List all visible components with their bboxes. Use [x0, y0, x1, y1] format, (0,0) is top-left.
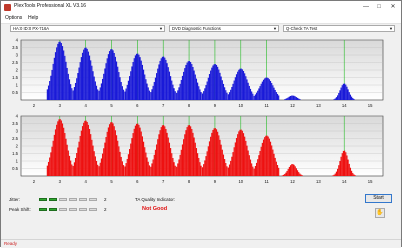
- minimize-button[interactable]: —: [360, 2, 372, 12]
- led-off: [59, 198, 67, 201]
- x-tick-label: 7: [162, 103, 165, 108]
- y-tick-label: 3.5: [12, 121, 18, 126]
- x-tick-label: 13: [316, 179, 321, 184]
- led-off: [79, 198, 87, 201]
- x-tick-label: 14: [342, 103, 347, 108]
- led-off: [59, 208, 67, 211]
- x-tick-label: 11: [264, 179, 269, 184]
- y-tick-label: 2.5: [12, 136, 18, 141]
- jitter-value: 2: [104, 197, 107, 202]
- led-on: [49, 208, 57, 211]
- y-tick-label: 2: [16, 144, 19, 149]
- jitter-chart-panel: 4 3.5 3 2.5 2 1.5 1 0.5 2 3 4 5 6 7 8 9 10 11 12 13 14 15: [5, 37, 385, 111]
- menu-help[interactable]: Help: [28, 15, 38, 21]
- peak-shift-label: Peak Shift:: [9, 207, 31, 212]
- x-tick-label: 7: [162, 179, 165, 184]
- toolbar: HA:0 ID:0 PX-716A ▼ DVD Diagnostic Funct…: [1, 24, 401, 34]
- x-tick-label: 6: [136, 103, 139, 108]
- hand-icon-button[interactable]: ✋: [375, 208, 385, 218]
- peak-shift-value: 2: [104, 207, 107, 212]
- x-tick-label: 4: [84, 103, 87, 108]
- start-button[interactable]: Start: [365, 194, 392, 203]
- x-tick-label: 8: [188, 103, 191, 108]
- y-tick-label: 3: [16, 129, 19, 134]
- y-tick-label: 2: [16, 68, 19, 73]
- jitter-leds: [39, 198, 101, 202]
- function-select-value: DVD Diagnostic Functions: [172, 26, 221, 31]
- x-tick-label: 12: [290, 103, 295, 108]
- function-select[interactable]: DVD Diagnostic Functions ▼: [169, 25, 279, 32]
- led-on: [39, 208, 47, 211]
- peak-shift-chart-panel: 4 3.5 3 2.5 2 1.5 1 0.5 2 3 4 5 6 7 8 9 10 11 12 13 14 15: [5, 113, 385, 187]
- maximize-button[interactable]: □: [373, 2, 385, 12]
- led-off: [69, 198, 77, 201]
- window-title: PlexTools Professional XL V3.16: [14, 3, 87, 9]
- close-button[interactable]: ✕: [387, 2, 399, 12]
- y-tick-label: 4: [16, 114, 19, 119]
- x-tick-label: 12: [290, 179, 295, 184]
- x-tick-label: 13: [316, 103, 321, 108]
- y-tick-label: 0.5: [12, 166, 18, 171]
- y-tick-label: 3: [16, 53, 19, 58]
- x-tick-label: 5: [110, 103, 113, 108]
- test-select-value: Q-Check TA Test: [286, 26, 318, 31]
- x-tick-label: 10: [238, 179, 243, 184]
- y-tick-label: 0.5: [12, 90, 18, 95]
- chevron-down-icon: ▼: [273, 26, 277, 31]
- menu-options[interactable]: Options: [5, 15, 22, 21]
- y-tick-label: 1: [16, 83, 19, 88]
- app-window: PlexTools Professional XL V3.16 — □ ✕ Op…: [0, 0, 402, 248]
- y-tick-label: 2.5: [12, 60, 18, 65]
- peak-shift-leds: [39, 208, 101, 212]
- drive-select-value: HA:0 ID:0 PX-716A: [13, 26, 50, 31]
- x-tick-label: 3: [59, 179, 62, 184]
- x-tick-label: 10: [238, 103, 243, 108]
- ta-quality-value: Not Good: [142, 206, 168, 212]
- x-tick-label: 14: [342, 179, 347, 184]
- y-tick-label: 1.5: [12, 75, 18, 80]
- app-icon: [4, 4, 11, 11]
- test-select[interactable]: Q-Check TA Test ▼: [283, 25, 395, 32]
- x-tick-label: 3: [59, 103, 62, 108]
- drive-select[interactable]: HA:0 ID:0 PX-716A ▼: [10, 25, 165, 32]
- x-tick-label: 11: [264, 103, 269, 108]
- x-tick-label: 9: [214, 179, 217, 184]
- x-tick-label: 2: [33, 103, 36, 108]
- chevron-down-icon: ▼: [159, 26, 163, 31]
- led-off: [89, 198, 97, 201]
- x-tick-label: 5: [110, 179, 113, 184]
- x-tick-label: 4: [84, 179, 87, 184]
- x-tick-label: 15: [368, 103, 373, 108]
- led-off: [89, 208, 97, 211]
- x-tick-label: 15: [368, 179, 373, 184]
- hand-icon: ✋: [376, 210, 384, 216]
- led-on: [49, 198, 57, 201]
- led-off: [79, 208, 87, 211]
- jitter-label: Jitter:: [9, 197, 21, 202]
- x-tick-label: 6: [136, 179, 139, 184]
- peak-shift-chart: 4 3.5 3 2.5 2 1.5 1 0.5 2 3 4 5 6 7 8 9 10 11 12 13 14 15: [12, 114, 384, 184]
- x-tick-label: 2: [33, 179, 36, 184]
- status-text: Ready: [4, 241, 18, 246]
- y-tick-label: 1.5: [12, 151, 18, 156]
- led-off: [69, 208, 77, 211]
- menu-bar: Options Help: [1, 14, 401, 24]
- chevron-down-icon: ▼: [389, 26, 393, 31]
- x-tick-label: 9: [214, 103, 217, 108]
- y-tick-label: 3.5: [12, 45, 18, 50]
- title-bar: PlexTools Professional XL V3.16 — □ ✕: [1, 1, 401, 14]
- ta-quality-label: TA Quality Indicator:: [135, 197, 176, 202]
- led-on: [39, 198, 47, 201]
- x-tick-label: 8: [188, 179, 191, 184]
- jitter-chart: 4 3.5 3 2.5 2 1.5 1 0.5 2 3 4 5 6 7 8 9 10 11 12 13 14 15: [12, 38, 384, 108]
- y-tick-label: 4: [16, 38, 19, 43]
- y-tick-label: 1: [16, 159, 19, 164]
